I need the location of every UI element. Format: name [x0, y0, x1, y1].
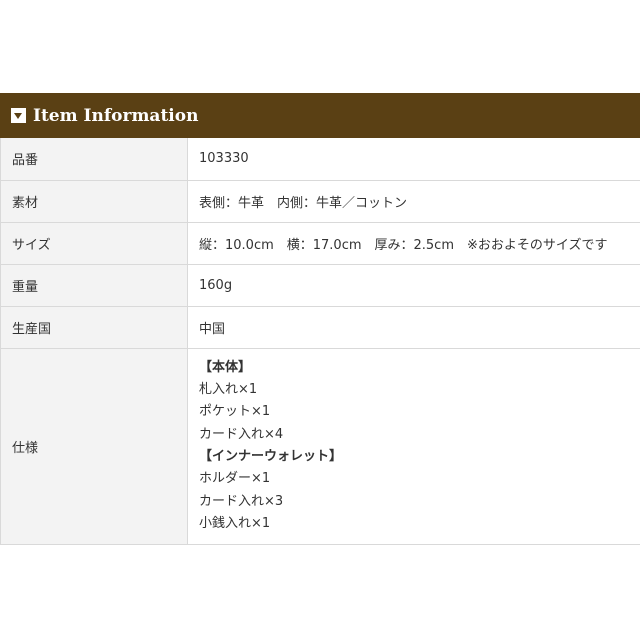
- row-label-part-number: 品番: [0, 138, 188, 181]
- spec-heading-inner-wallet: 【インナーウォレット】: [199, 449, 343, 464]
- item-information-panel: Item Information 品番 103330 素材 表側：牛革 内側：牛…: [0, 93, 640, 545]
- panel-header: Item Information: [0, 93, 640, 138]
- panel-title: Item Information: [33, 105, 199, 126]
- row-value-weight: 160g: [187, 264, 640, 307]
- caret-down-square-icon: [11, 108, 26, 123]
- row-label-spec: 仕様: [0, 348, 188, 545]
- spec-heading-body: 【本体】: [199, 359, 252, 375]
- spec-item: カード入れ×4: [199, 426, 284, 442]
- row-label-country: 生産国: [0, 306, 188, 349]
- table-row: 素材 表側：牛革 内側：牛革／コットン: [0, 180, 640, 223]
- row-value-country: 中国: [187, 306, 640, 349]
- row-label-weight: 重量: [0, 264, 188, 307]
- table-row: 生産国 中国: [0, 306, 640, 349]
- row-value-spec: 【本体】 札入れ×1 ポケット×1 カード入れ×4 【インナーウォレット】 ホル…: [187, 348, 640, 545]
- table-row: 品番 103330: [0, 138, 640, 181]
- table-row: 重量 160g: [0, 264, 640, 307]
- item-info-table: 品番 103330 素材 表側：牛革 内側：牛革／コットン サイズ 縦：10.0…: [0, 138, 640, 545]
- row-value-material: 表側：牛革 内側：牛革／コットン: [187, 180, 640, 223]
- spec-item: 小銭入れ×1: [199, 515, 271, 531]
- table-row: 仕様 【本体】 札入れ×1 ポケット×1 カード入れ×4 【インナーウォレット】…: [0, 348, 640, 545]
- row-value-part-number: 103330: [187, 138, 640, 181]
- row-value-size: 縦：10.0cm 横：17.0cm 厚み：2.5cm ※おおよそのサイズです: [187, 222, 640, 265]
- row-label-size: サイズ: [0, 222, 188, 265]
- spec-item: ホルダー×1: [199, 471, 271, 487]
- spec-item: ポケット×1: [199, 404, 271, 420]
- spec-item: カード入れ×3: [199, 493, 284, 509]
- spec-item: 札入れ×1: [199, 382, 258, 398]
- row-label-material: 素材: [0, 180, 188, 223]
- table-row: サイズ 縦：10.0cm 横：17.0cm 厚み：2.5cm ※おおよそのサイズ…: [0, 222, 640, 265]
